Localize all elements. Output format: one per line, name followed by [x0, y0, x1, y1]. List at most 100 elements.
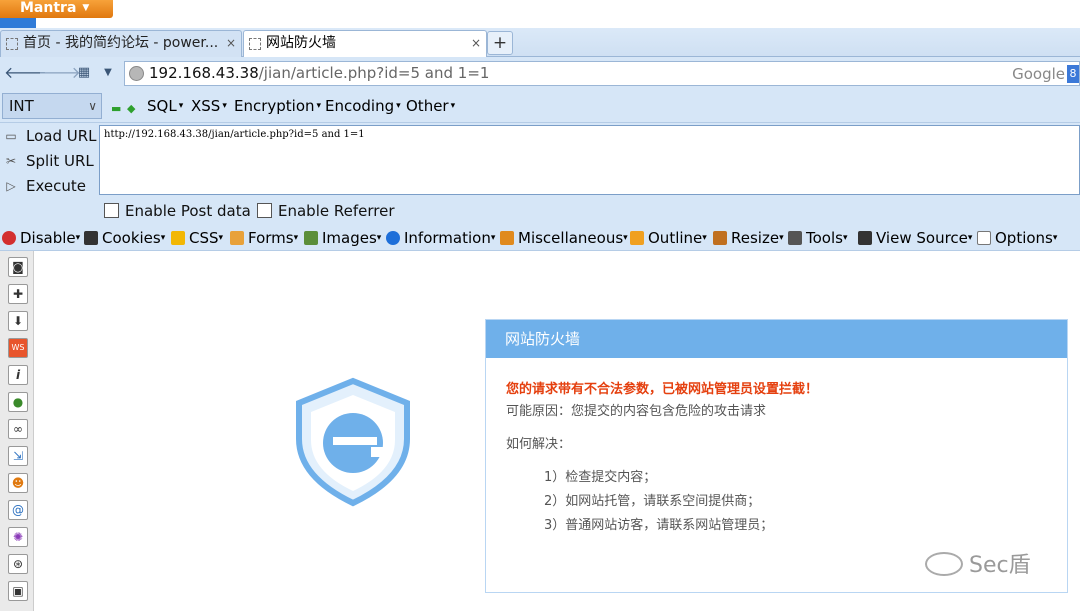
forward-arrow-icon[interactable]: 🡒 — [38, 61, 81, 85]
globe-green-icon[interactable]: ● — [8, 392, 28, 412]
address-bar[interactable]: 192.168.43.38/jian/article.php?id=5 and … — [124, 61, 1080, 86]
globe-icon — [129, 66, 144, 81]
cursor-icon[interactable]: ⇲ — [8, 446, 28, 466]
palette-icon[interactable]: ⊛ — [8, 554, 28, 574]
dev-images[interactable]: Images▾ — [304, 229, 381, 247]
info-icon — [386, 231, 400, 245]
type-select[interactable]: INT ∨ — [2, 93, 102, 119]
steps-list: 1）检查提交内容； 2）如网站托管，请联系空间提供商； 3）普通网站访客，请联系… — [506, 466, 1067, 538]
misc-icon — [500, 231, 514, 245]
panel-body: 您的请求带有不合法参数，已被网站管理员设置拦截！ 可能原因：您提交的内容包含危险… — [486, 358, 1067, 538]
form-icon — [230, 231, 244, 245]
dev-cookies[interactable]: Cookies▾ — [84, 229, 165, 247]
window-accent — [0, 18, 36, 28]
wechat-icon — [925, 552, 963, 576]
url-textarea[interactable]: http://192.168.43.38/jian/article.php?id… — [99, 125, 1080, 195]
menu-sql[interactable]: SQL ▾ — [147, 97, 183, 115]
grid-icon[interactable]: ▦ — [72, 61, 96, 85]
web-developer-toolbar: Disable▾ Cookies▾ CSS▾ Forms▾ Images▾ In… — [0, 226, 1080, 251]
enable-post-checkbox[interactable]: Enable Post data — [104, 202, 251, 220]
monitor-icon — [858, 231, 872, 245]
url-host: 192.168.43.38 — [149, 64, 259, 82]
type-select-value: INT — [9, 97, 34, 115]
resize-icon — [713, 231, 727, 245]
tab-title: 网站防火墙 — [266, 35, 336, 51]
tab-strip: 首页 - 我的简约论坛 - power... × 网站防火墙 × + — [0, 28, 1080, 57]
close-icon[interactable]: × — [226, 31, 236, 56]
outline-pencil-icon — [630, 231, 644, 245]
tab-firewall[interactable]: 网站防火墙 × — [243, 30, 487, 57]
swirl-icon[interactable]: @ — [8, 500, 28, 520]
dev-miscellaneous[interactable]: Miscellaneous▾ — [500, 229, 628, 247]
minus-icon[interactable]: ▬ — [111, 102, 121, 115]
vertical-toolbar: ◙ ✚ ⬇ WS i ● ∞ ⇲ ☻ @ ✺ ⊛ ▣ — [0, 251, 34, 611]
dev-css[interactable]: CSS▾ — [171, 229, 223, 247]
app-name: Mantra — [20, 0, 77, 16]
page-icon — [6, 38, 18, 50]
pencil-icon — [171, 231, 185, 245]
smiley-icon[interactable]: ☻ — [8, 473, 28, 493]
checkbox-icon — [257, 203, 272, 218]
download-icon[interactable]: ⬇ — [8, 311, 28, 331]
menu-encryption[interactable]: Encryption ▾ — [234, 97, 321, 115]
title-strip: Mantra ▼ — [0, 0, 1080, 28]
puzzle-icon[interactable]: ✚ — [8, 284, 28, 304]
split-url-button[interactable]: ✂ Split URL — [4, 150, 94, 172]
chevron-down-icon: ∨ — [88, 99, 97, 113]
caret-down-icon: ▼ — [82, 3, 90, 13]
page-icon — [249, 38, 261, 50]
calculator-icon[interactable]: ▣ — [8, 581, 28, 601]
reason-text: 可能原因：您提交的内容包含危险的攻击请求 — [506, 404, 767, 419]
watermark: Sec盾 — [925, 547, 1031, 579]
dev-disable[interactable]: Disable▾ — [2, 229, 80, 247]
dev-outline[interactable]: Outline▾ — [630, 229, 707, 247]
shield-logo-icon — [296, 377, 410, 507]
new-tab-button[interactable]: + — [487, 31, 513, 55]
dev-forms[interactable]: Forms▾ — [230, 229, 298, 247]
dev-information[interactable]: Information▾ — [386, 229, 495, 247]
search-engine-label[interactable]: Google — [1012, 63, 1065, 86]
app-menu-button[interactable]: Mantra ▼ — [0, 0, 113, 18]
execute-button[interactable]: ▷ Execute — [4, 175, 86, 197]
options-icon — [977, 231, 991, 245]
hackbar-toolbar: INT ∨ ▬ ◆ SQL ▾ XSS ▾ Encryption ▾ Encoding… — [0, 89, 1080, 123]
disable-icon — [2, 231, 16, 245]
play-icon: ▷ — [6, 179, 16, 193]
checkbox-icon — [104, 203, 119, 218]
plus-icon[interactable]: ◆ — [127, 102, 135, 115]
step-item: 2）如网站托管，请联系空间提供商； — [544, 494, 761, 509]
menu-encoding[interactable]: Encoding ▾ — [325, 97, 401, 115]
tab-title: 首页 - 我的简约论坛 - power... — [23, 35, 219, 51]
navigation-bar: 🡐 🡒 ▦ ▼ 192.168.43.38/jian/article.php?i… — [0, 57, 1080, 89]
menu-xss[interactable]: XSS ▾ — [191, 97, 227, 115]
tools-icon — [788, 231, 802, 245]
howto-heading: 如何解决： — [506, 437, 572, 452]
load-url-button[interactable]: ▭ Load URL — [4, 125, 96, 147]
info-italic-icon[interactable]: i — [8, 365, 28, 385]
enable-referrer-checkbox[interactable]: Enable Referrer — [257, 202, 394, 220]
scissors-icon: ✂ — [5, 154, 17, 168]
ws-icon[interactable]: WS — [8, 338, 28, 358]
step-item: 1）检查提交内容； — [544, 470, 657, 485]
step-item: 3）普通网站访客，请联系网站管理员； — [544, 518, 774, 533]
search-engine-icon[interactable]: 8 — [1067, 65, 1079, 83]
tab-forum[interactable]: 首页 - 我的简约论坛 - power... × — [0, 30, 242, 57]
load-url-icon: ▭ — [5, 129, 17, 143]
image-icon — [304, 231, 318, 245]
menu-other[interactable]: Other ▾ — [406, 97, 455, 115]
gear-icon[interactable]: ✺ — [8, 527, 28, 547]
back-arrow-icon[interactable]: 🡐 — [4, 61, 47, 85]
link-icon[interactable]: ∞ — [8, 419, 28, 439]
cookie-icon — [84, 231, 98, 245]
dev-resize[interactable]: Resize▾ — [713, 229, 784, 247]
hackbar-panel: ▭ Load URL ✂ Split URL ▷ Execute http://… — [0, 123, 1080, 226]
close-icon[interactable]: × — [471, 31, 481, 56]
dev-view-source[interactable]: View Source▾ — [858, 229, 972, 247]
dev-options[interactable]: Options▾ — [977, 229, 1057, 247]
page-content: 网站防火墙 您的请求带有不合法参数，已被网站管理员设置拦截！ 可能原因：您提交的… — [35, 251, 1080, 611]
panel-title: 网站防火墙 — [486, 320, 1067, 358]
warning-text: 您的请求带有不合法参数，已被网站管理员设置拦截！ — [506, 382, 819, 397]
bookmark-icon[interactable]: ◙ — [8, 257, 28, 277]
dev-tools[interactable]: Tools▾ — [788, 229, 847, 247]
history-dropdown-icon[interactable]: ▼ — [96, 61, 120, 85]
